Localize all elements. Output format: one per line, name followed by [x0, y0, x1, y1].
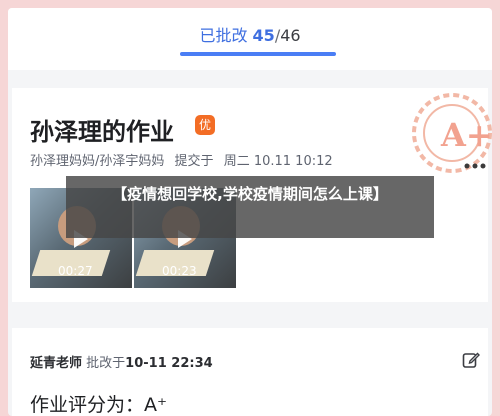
- grade-label: 作业评分为：: [30, 394, 145, 416]
- video-duration: 00:27: [58, 264, 93, 278]
- tab-active-indicator: [180, 52, 336, 56]
- homework-title: 孙泽理的作业: [30, 118, 174, 146]
- review-info: 延青老师 批改于10-11 22:34: [30, 352, 213, 371]
- approved-count: 45: [252, 26, 275, 45]
- tab-approved-label: 已批改: [199, 26, 248, 45]
- total-count: 46: [280, 26, 301, 45]
- reviewed-time: 10-11 22:34: [125, 356, 213, 371]
- top-tab-bar: 已批改 45/46: [8, 8, 492, 70]
- title-overlay-banner: 【疫情想回学校,学校疫情期间怎么上课】: [66, 176, 434, 238]
- submitted-label: 提交于: [174, 154, 214, 169]
- review-card: 延青老师 批改于10-11 22:34 作业评分为：A⁺: [12, 328, 488, 416]
- submission-info: 孙泽理妈妈/孙泽宇妈妈 提交于 周二 10.11 10:12: [30, 150, 339, 169]
- excellent-badge: 优: [195, 115, 215, 135]
- submitter-names: 孙泽理妈妈/孙泽宇妈妈: [30, 154, 165, 169]
- stamp-text: A+: [440, 116, 492, 154]
- grade-stamp-icon: A+: [412, 93, 492, 173]
- tab-approved[interactable]: 已批改 45/46: [8, 22, 492, 46]
- grade-value: A⁺: [144, 394, 168, 416]
- edit-icon[interactable]: [462, 351, 480, 369]
- submitted-time: 周二 10.11 10:12: [223, 154, 333, 169]
- reviewed-label: 批改于: [86, 356, 126, 371]
- video-duration: 00:23: [162, 264, 197, 278]
- teacher-name: 延青老师: [30, 356, 83, 371]
- grade-line: 作业评分为：A⁺: [30, 390, 167, 416]
